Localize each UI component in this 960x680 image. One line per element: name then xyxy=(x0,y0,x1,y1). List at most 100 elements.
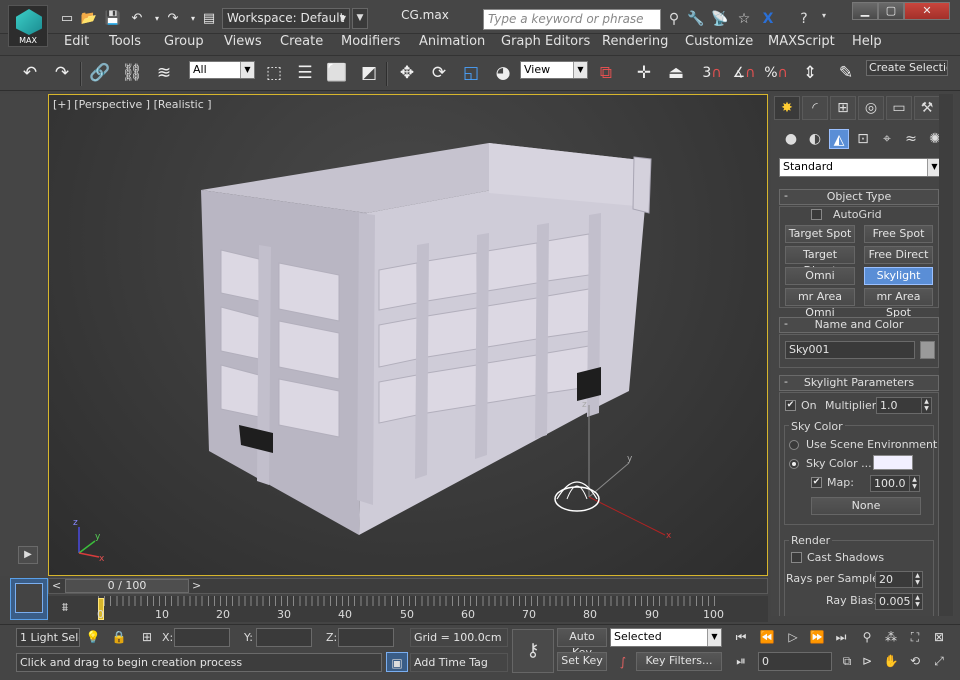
minimize-button[interactable]: ▁ xyxy=(852,2,878,20)
help-dropdown-icon[interactable]: ▾ xyxy=(814,11,834,29)
save-file-icon[interactable]: 💾 xyxy=(104,10,122,26)
menu-create[interactable]: Create xyxy=(280,34,323,54)
add-time-tag-button[interactable]: Add Time Tag xyxy=(410,653,508,672)
select-object-icon[interactable]: ⬚ xyxy=(262,61,286,85)
spinner-snap-icon[interactable]: ⇕ xyxy=(798,61,822,85)
window-crossing-icon[interactable]: ◩ xyxy=(357,61,381,85)
new-file-icon[interactable]: ▭ xyxy=(58,10,76,26)
menu-animation[interactable]: Animation xyxy=(419,34,485,54)
ray-bias-spinner[interactable]: 0.005 ▲ ▼ xyxy=(875,593,923,610)
zoom-all-icon[interactable]: ⁂ xyxy=(880,627,902,647)
sky-map-button[interactable]: None xyxy=(811,497,921,515)
object-name-input[interactable]: Sky001 xyxy=(785,341,915,359)
set-key-mode-key-icon[interactable]: ⚷ xyxy=(512,629,554,673)
selection-filter-dropdown[interactable]: All ▼ xyxy=(189,61,255,79)
name-and-color-rollout-header[interactable]: - Name and Color xyxy=(779,317,939,333)
undo-icon[interactable]: ↶ xyxy=(18,61,42,85)
unlink-icon[interactable]: ⛓ xyxy=(120,61,144,85)
bind-space-warp-icon[interactable]: ≋ xyxy=(152,61,176,85)
sky-color-radio[interactable] xyxy=(789,459,799,469)
rectangular-selection-icon[interactable]: ⬜ xyxy=(325,61,349,85)
undo-icon[interactable]: ↶ xyxy=(128,10,146,26)
shapes-icon[interactable]: ◐ xyxy=(805,129,825,149)
motion-tab-icon[interactable]: ◎ xyxy=(858,96,884,120)
menu-views[interactable]: Views xyxy=(224,34,262,54)
multiplier-spinner[interactable]: 1.0 ▲ ▼ xyxy=(876,397,932,414)
command-panel-scrollbar[interactable] xyxy=(939,94,953,616)
key-filters-button[interactable]: Key Filters... xyxy=(636,652,722,671)
menu-help[interactable]: Help xyxy=(852,34,882,54)
geometry-icon[interactable]: ● xyxy=(781,129,801,149)
menu-edit[interactable]: Edit xyxy=(64,34,89,54)
maximize-button[interactable]: ▢ xyxy=(878,2,904,20)
close-button[interactable]: ✕ xyxy=(904,2,950,20)
next-frame-icon[interactable]: ⏩ xyxy=(806,627,828,647)
y-coord-input[interactable] xyxy=(256,628,312,647)
go-to-start-icon[interactable]: ⏮ xyxy=(730,627,752,647)
selection-lock-icon[interactable]: 🔒 xyxy=(108,627,130,647)
move-icon[interactable]: ✥ xyxy=(395,61,419,85)
select-place-icon[interactable]: ◕ xyxy=(491,61,515,85)
isolate-selection-icon[interactable]: 💡 xyxy=(82,627,104,647)
track-bar[interactable]: ⩩ 0 10 20 30 40 50 60 70 80 90 100 xyxy=(48,596,768,622)
perspective-viewport[interactable]: [+] [Perspective ] [Realistic ] z y x z … xyxy=(48,94,768,576)
time-slider[interactable]: 0 / 100 xyxy=(65,579,189,593)
play-animation-icon[interactable]: ▷ xyxy=(782,627,804,647)
default-in-out-tangent-icon[interactable]: ∫ xyxy=(612,652,634,672)
communication-icon[interactable]: 📡 xyxy=(710,11,730,29)
play-icon[interactable]: ▶ xyxy=(18,546,38,564)
scale-icon[interactable]: ◱ xyxy=(459,61,483,85)
menu-group[interactable]: Group xyxy=(164,34,204,54)
select-by-name-icon[interactable]: ☰ xyxy=(293,61,317,85)
zoom-extents-all-icon[interactable]: ⊠ xyxy=(928,627,950,647)
select-manipulate-icon[interactable]: ✛ xyxy=(632,61,656,85)
menu-customize[interactable]: Customize xyxy=(685,34,753,54)
building-model[interactable] xyxy=(201,143,652,535)
redo-icon[interactable]: ↷ xyxy=(164,10,182,26)
key-mode-dropdown[interactable]: Selected ▼ xyxy=(610,628,722,647)
menu-tools[interactable]: Tools xyxy=(109,34,141,54)
modify-tab-icon[interactable]: ◜ xyxy=(802,96,828,120)
time-tag-icon[interactable]: ▣ xyxy=(386,652,408,672)
auto-key-button[interactable]: Auto Key xyxy=(557,628,607,659)
current-frame-input[interactable]: 0 xyxy=(758,652,832,671)
maximize-viewport-icon[interactable]: ⤢ xyxy=(928,651,950,671)
mr-area-omni-button[interactable]: mr Area Omni xyxy=(785,288,855,319)
menu-maxscript[interactable]: MAXScript xyxy=(768,34,835,54)
angle-snap-icon[interactable]: ∡ ∩ xyxy=(732,61,756,85)
key-mode-toggle-icon[interactable]: ⏯ xyxy=(730,651,752,671)
use-scene-environment-radio[interactable] xyxy=(789,440,799,450)
space-warps-icon[interactable]: ≈ xyxy=(901,129,921,149)
pivot-center-icon[interactable]: ⧉ xyxy=(594,61,618,85)
display-tab-icon[interactable]: ▭ xyxy=(886,96,912,120)
menu-rendering[interactable]: Rendering xyxy=(602,34,668,54)
time-configuration-icon[interactable]: ⧉ xyxy=(836,651,858,671)
omni-button[interactable]: Omni xyxy=(785,267,855,285)
on-checkbox[interactable]: ✔ xyxy=(785,400,796,411)
skylight-gizmo[interactable] xyxy=(554,405,666,536)
menu-modifiers[interactable]: Modifiers xyxy=(341,34,400,54)
target-spot-button[interactable]: Target Spot xyxy=(785,225,855,243)
skylight-button[interactable]: Skylight xyxy=(864,267,933,285)
utilities-tab-hammer-icon[interactable]: ⚒ xyxy=(914,96,940,120)
category-dropdown[interactable]: Standard ▼ xyxy=(779,158,942,177)
helpers-icon[interactable]: ⌖ xyxy=(877,129,897,149)
autogrid-checkbox[interactable] xyxy=(811,209,822,220)
lights-icon[interactable]: ◭ xyxy=(829,129,849,149)
map-checkbox[interactable]: ✔ xyxy=(811,477,822,488)
object-color-swatch[interactable] xyxy=(920,341,935,359)
menu-graph-editors[interactable]: Graph Editors xyxy=(501,34,590,54)
time-prev-button[interactable]: < xyxy=(52,579,61,592)
redo-icon[interactable]: ↷ xyxy=(50,61,74,85)
mini-listener-frame[interactable] xyxy=(10,578,48,620)
zoom-extents-icon[interactable]: ⛶ xyxy=(904,627,926,647)
time-next-button[interactable]: > xyxy=(192,579,201,592)
mr-area-spot-button[interactable]: mr Area Spot xyxy=(864,288,933,319)
snaps-toggle-icon[interactable]: 3 ∩ xyxy=(700,61,724,85)
cameras-icon[interactable]: ⊡ xyxy=(853,129,873,149)
project-folder-icon[interactable]: ▤ xyxy=(200,10,218,26)
target-direct-button[interactable]: Target Direct xyxy=(785,246,855,277)
link-icon[interactable]: 🔗 xyxy=(88,61,112,85)
object-type-rollout-header[interactable]: - Object Type xyxy=(779,189,939,205)
workspace-dropdown[interactable]: Workspace: Default ▼ xyxy=(222,8,350,29)
